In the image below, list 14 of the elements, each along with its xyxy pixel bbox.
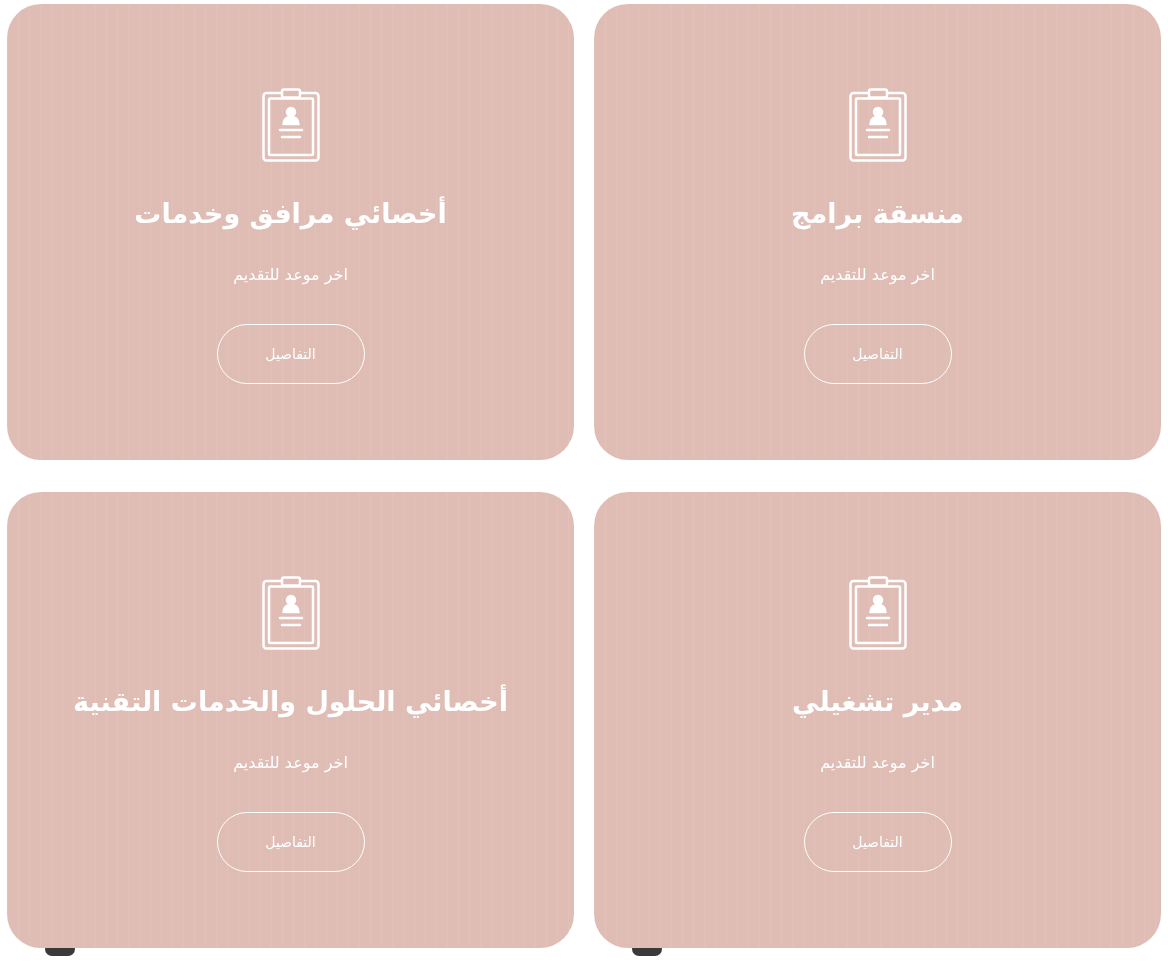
job-title: أخصائي الحلول والخدمات التقنية: [73, 684, 508, 720]
deadline-label: اخر موعد للتقديم: [820, 752, 935, 774]
job-title: أخصائي مرافق وخدمات: [134, 196, 447, 232]
deadline-label: اخر موعد للتقديم: [820, 264, 935, 286]
clipboard-person-icon: [261, 88, 320, 162]
details-button[interactable]: التفاصيل: [803, 812, 952, 872]
clipboard-person-icon: [848, 576, 907, 650]
deadline-label: اخر موعد للتقديم: [233, 752, 348, 774]
job-title: مدير تشغيلي: [792, 685, 963, 720]
deadline-label: اخر موعد للتقديم: [233, 264, 348, 286]
clipboard-person-icon: [261, 576, 320, 650]
job-title: منسقة برامج: [791, 197, 964, 232]
clipboard-person-icon: [848, 88, 907, 162]
details-button[interactable]: التفاصيل: [803, 324, 952, 384]
